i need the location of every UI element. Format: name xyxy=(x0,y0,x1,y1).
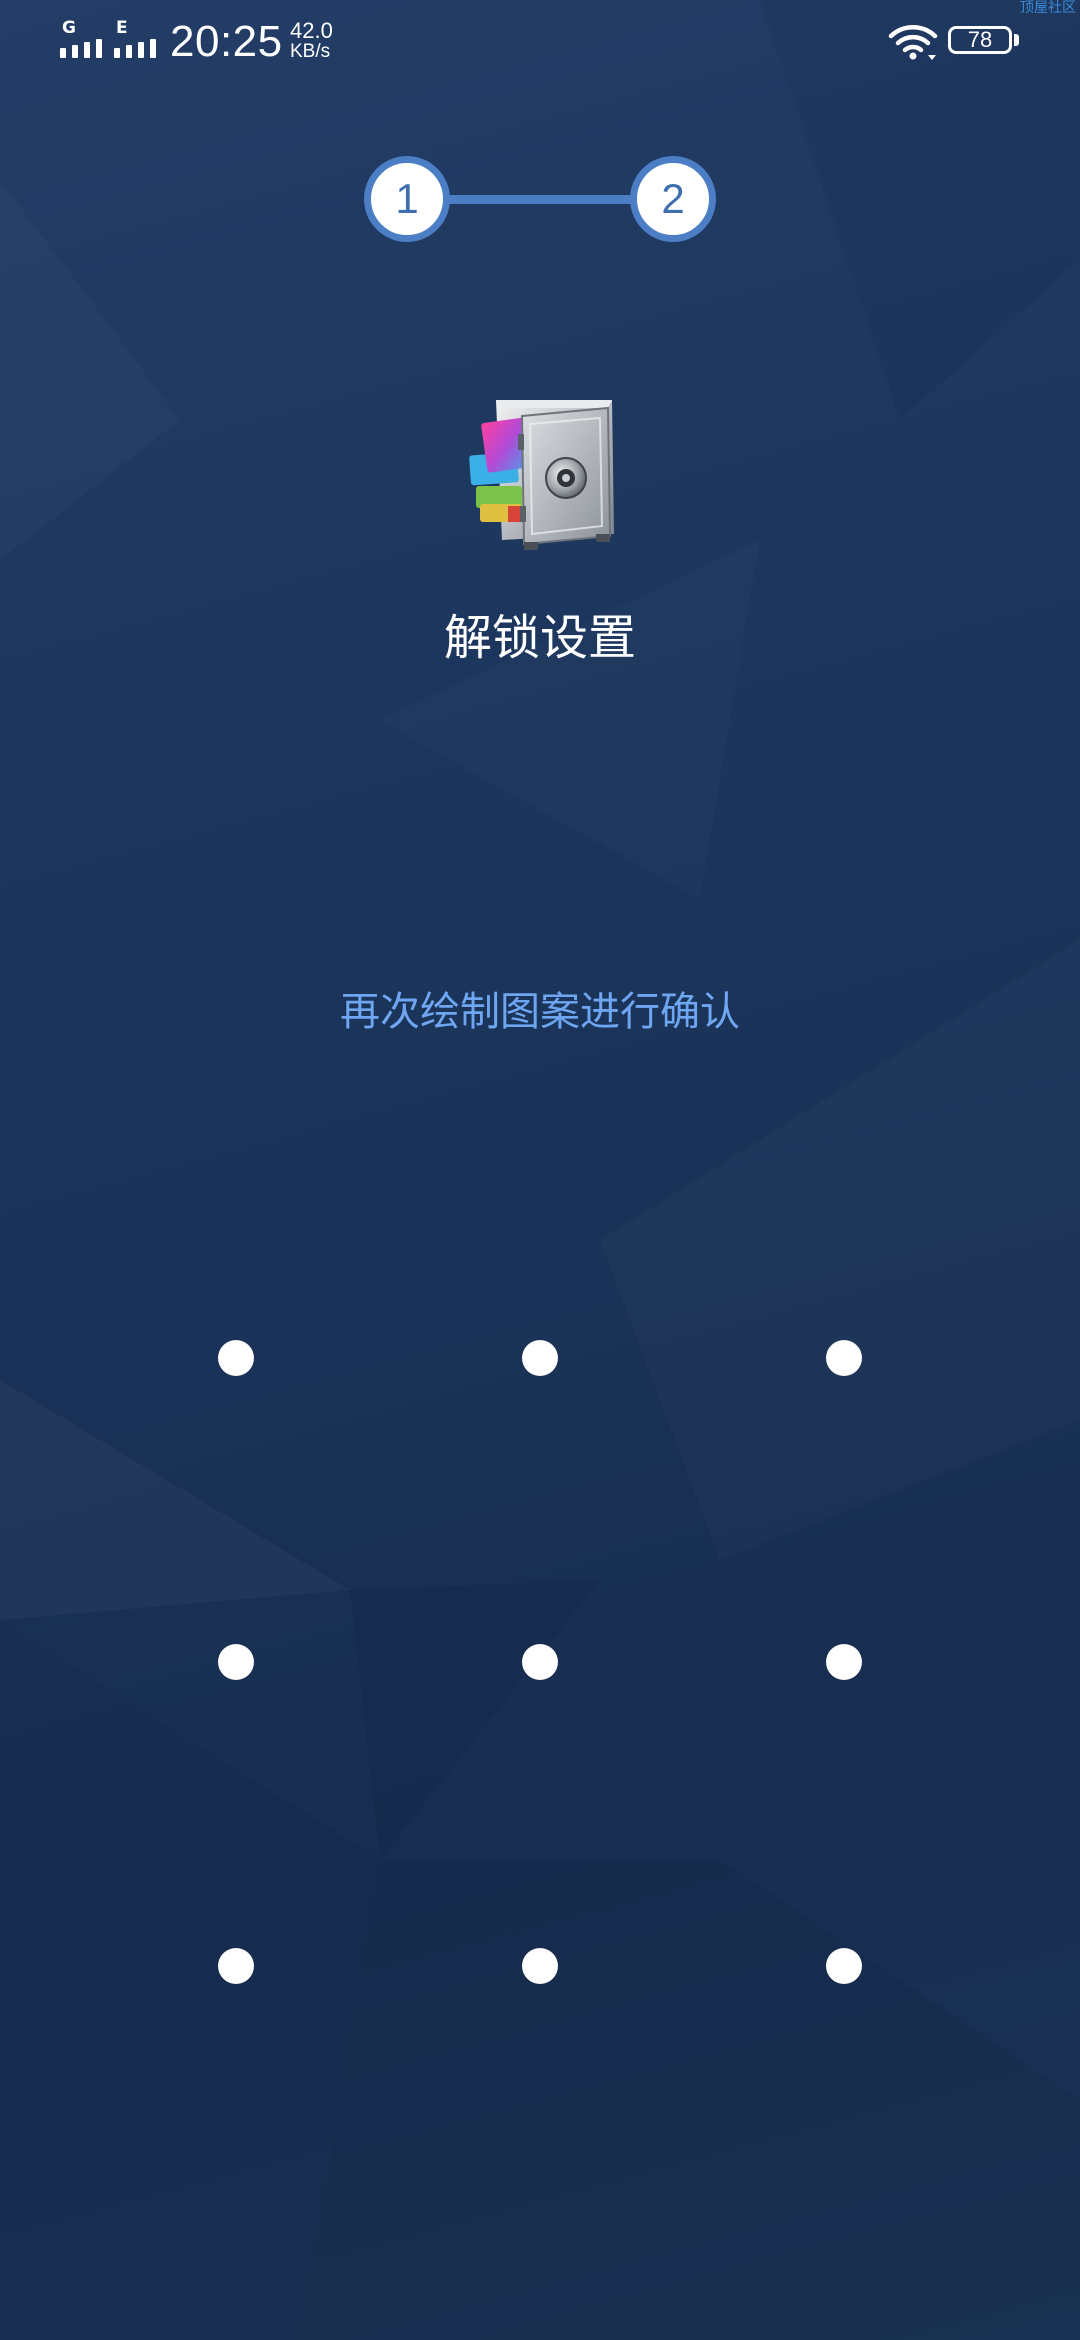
pattern-dot-2[interactable] xyxy=(522,1340,558,1376)
pattern-dot-6[interactable] xyxy=(826,1644,862,1680)
pattern-dot-7[interactable] xyxy=(218,1948,254,1984)
pattern-lock-grid[interactable] xyxy=(0,0,1080,2340)
pattern-dot-1[interactable] xyxy=(218,1340,254,1376)
pattern-dot-5[interactable] xyxy=(522,1644,558,1680)
pattern-dot-8[interactable] xyxy=(522,1948,558,1984)
pattern-dot-3[interactable] xyxy=(826,1340,862,1376)
pattern-dot-9[interactable] xyxy=(826,1948,862,1984)
pattern-dot-4[interactable] xyxy=(218,1644,254,1680)
